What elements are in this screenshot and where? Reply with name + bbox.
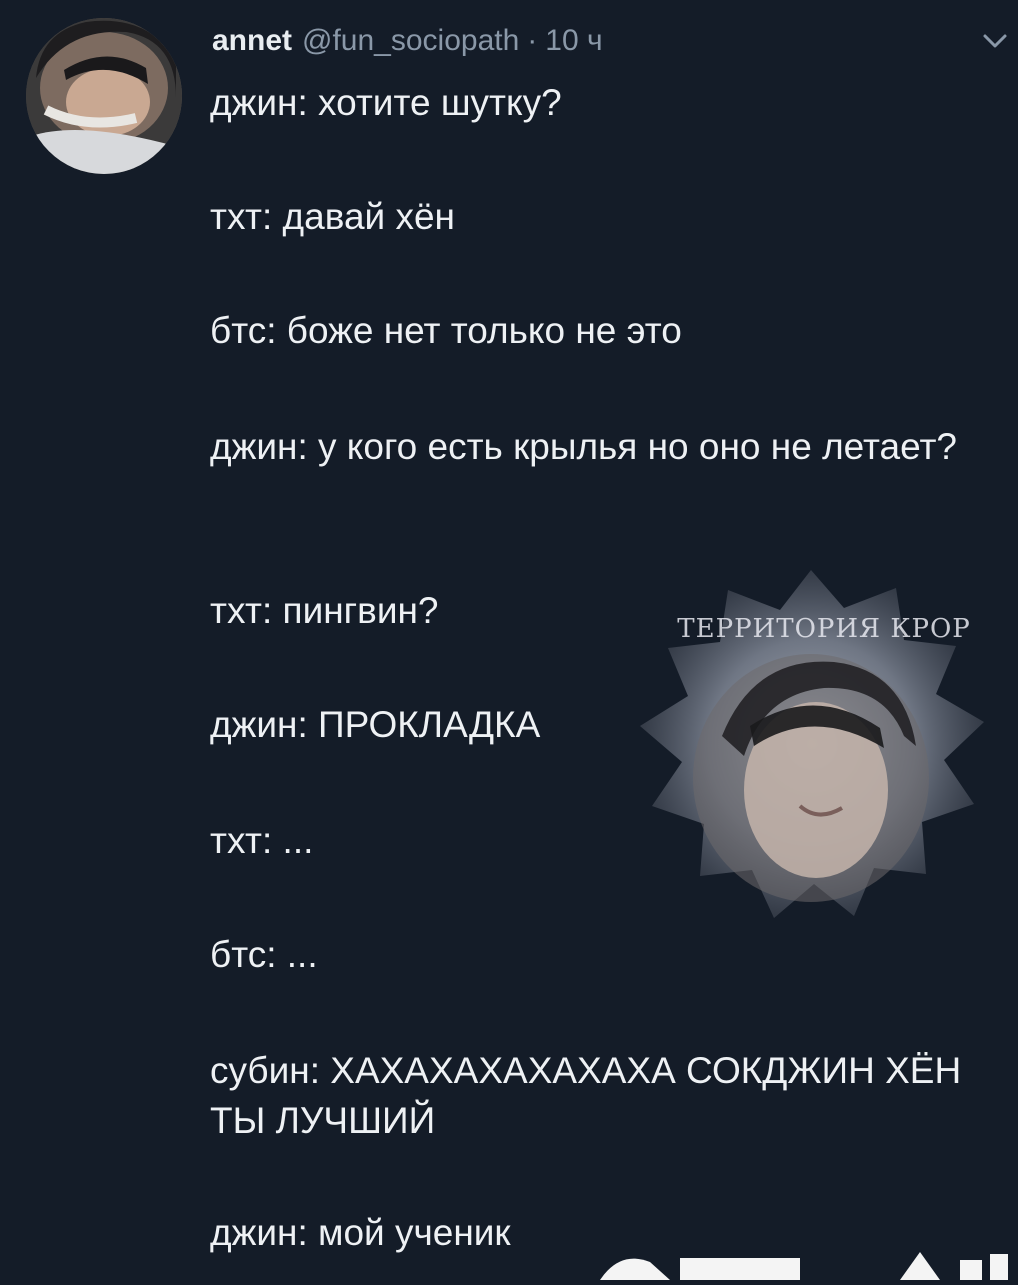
corner-logo bbox=[590, 1240, 1018, 1280]
watermark-badge: ТЕРРИТОРИЯ КРОР bbox=[604, 566, 1018, 966]
tweet-line: джин: мой ученик bbox=[210, 1212, 511, 1253]
tweet-line: тхт: пингвин? bbox=[210, 590, 439, 631]
display-name[interactable]: annet bbox=[212, 24, 292, 58]
watermark-text: ТЕРРИТОРИЯ КРОР bbox=[677, 614, 971, 644]
tweet-line: бтс: ... bbox=[210, 934, 318, 975]
tweet-line: джин: ПРОКЛАДКА bbox=[210, 704, 541, 745]
tweet-line: тхт: давай хён bbox=[210, 196, 455, 237]
chevron-down-icon[interactable] bbox=[982, 30, 1008, 52]
tweet-line: тхт: ... bbox=[210, 820, 314, 861]
tweet-line: бтс: боже нет только не это bbox=[210, 310, 682, 351]
separator: · bbox=[527, 24, 538, 57]
timestamp[interactable]: 10 ч bbox=[545, 24, 602, 58]
tweet-header: annet @fun_sociopath · 10 ч bbox=[212, 24, 603, 64]
avatar-image bbox=[26, 18, 182, 174]
tweet-line: джин: у кого есть крылья но оно не летае… bbox=[210, 426, 957, 467]
tweet: annet @fun_sociopath · 10 ч джин: хотите… bbox=[0, 0, 1018, 1280]
avatar[interactable] bbox=[26, 18, 182, 174]
tweet-line: джин: хотите шутку? bbox=[210, 82, 562, 123]
user-handle[interactable]: @fun_sociopath bbox=[302, 24, 519, 58]
tweet-line: субин: ХАХАХАХАХАХАХА СОКДЖИН ХЁН ТЫ ЛУЧ… bbox=[210, 1050, 972, 1141]
